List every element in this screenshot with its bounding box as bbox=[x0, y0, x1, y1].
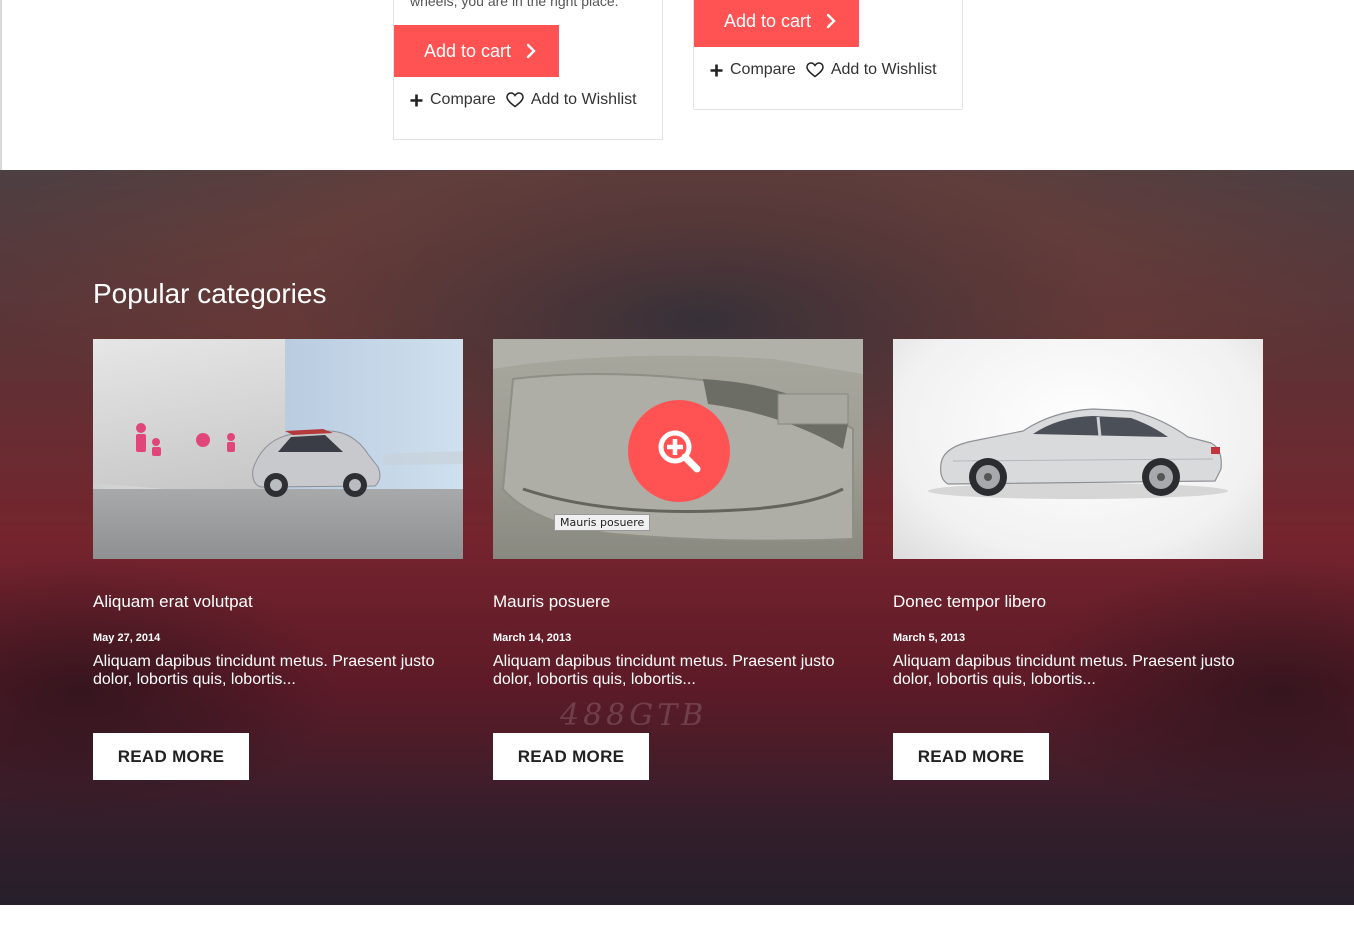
category-card: Donec tempor libero March 5, 2013 Aliqua… bbox=[893, 339, 1263, 780]
compare-link[interactable]: Compare bbox=[730, 61, 796, 79]
product-description: wheels, you are in the right place. bbox=[410, 0, 619, 9]
read-more-button[interactable]: READ MORE bbox=[893, 733, 1049, 780]
category-date: March 5, 2013 bbox=[893, 632, 966, 644]
category-name[interactable]: Aliquam erat volutpat bbox=[93, 592, 463, 612]
sedan-car-icon bbox=[928, 408, 1228, 499]
category-card: Mauris posuere Mauris posuere March 14, … bbox=[493, 339, 863, 780]
product-card: wheels, you are in the right place. Add … bbox=[393, 0, 663, 140]
category-name[interactable]: Donec tempor libero bbox=[893, 592, 1263, 612]
read-more-button[interactable]: READ MORE bbox=[493, 733, 649, 780]
add-to-cart-button[interactable]: Add to cart bbox=[394, 25, 559, 77]
compare-link[interactable]: Compare bbox=[430, 91, 496, 109]
zoom-button[interactable] bbox=[628, 400, 730, 502]
read-more-button[interactable]: READ MORE bbox=[93, 733, 249, 780]
category-date: March 14, 2013 bbox=[493, 632, 572, 644]
wishlist-link[interactable]: Add to Wishlist bbox=[531, 91, 637, 109]
product-actions: Compare Add to Wishlist bbox=[710, 61, 937, 79]
category-name[interactable]: Mauris posuere bbox=[493, 592, 863, 612]
heart-icon[interactable] bbox=[806, 62, 824, 78]
product-actions: Compare Add to Wishlist bbox=[410, 91, 637, 109]
heart-icon[interactable] bbox=[506, 92, 524, 108]
page-footer-gap bbox=[0, 905, 1354, 935]
plus-icon[interactable] bbox=[710, 64, 723, 77]
category-image[interactable]: Mauris posuere bbox=[493, 339, 863, 559]
add-to-cart-label: Add to cart bbox=[724, 10, 812, 31]
chevron-right-icon bbox=[526, 43, 536, 59]
category-excerpt: Aliquam dapibus tincidunt metus. Praesen… bbox=[493, 653, 835, 688]
plus-icon[interactable] bbox=[410, 94, 423, 107]
hatchback-car-icon bbox=[136, 423, 463, 497]
popular-categories-section: 488GTB Popular categories Aliquam erat v… bbox=[0, 170, 1354, 905]
chevron-right-icon bbox=[826, 13, 836, 29]
license-plate: 488GTB bbox=[560, 698, 708, 733]
section-title: Popular categories bbox=[93, 278, 327, 309]
wishlist-link[interactable]: Add to Wishlist bbox=[831, 61, 937, 79]
category-image[interactable] bbox=[893, 339, 1263, 559]
category-image[interactable] bbox=[93, 339, 463, 559]
product-card: Add to cart Compare Add to Wishlist bbox=[693, 0, 963, 110]
category-excerpt: Aliquam dapibus tincidunt metus. Praesen… bbox=[893, 653, 1235, 688]
add-to-cart-label: Add to cart bbox=[424, 40, 512, 61]
add-to-cart-button[interactable]: Add to cart bbox=[694, 0, 859, 47]
category-card: Aliquam erat volutpat May 27, 2014 Aliqu… bbox=[93, 339, 463, 780]
category-excerpt: Aliquam dapibus tincidunt metus. Praesen… bbox=[93, 653, 435, 688]
image-tooltip: Mauris posuere bbox=[554, 514, 651, 531]
zoom-in-icon bbox=[658, 430, 701, 473]
category-date: May 27, 2014 bbox=[93, 632, 161, 644]
